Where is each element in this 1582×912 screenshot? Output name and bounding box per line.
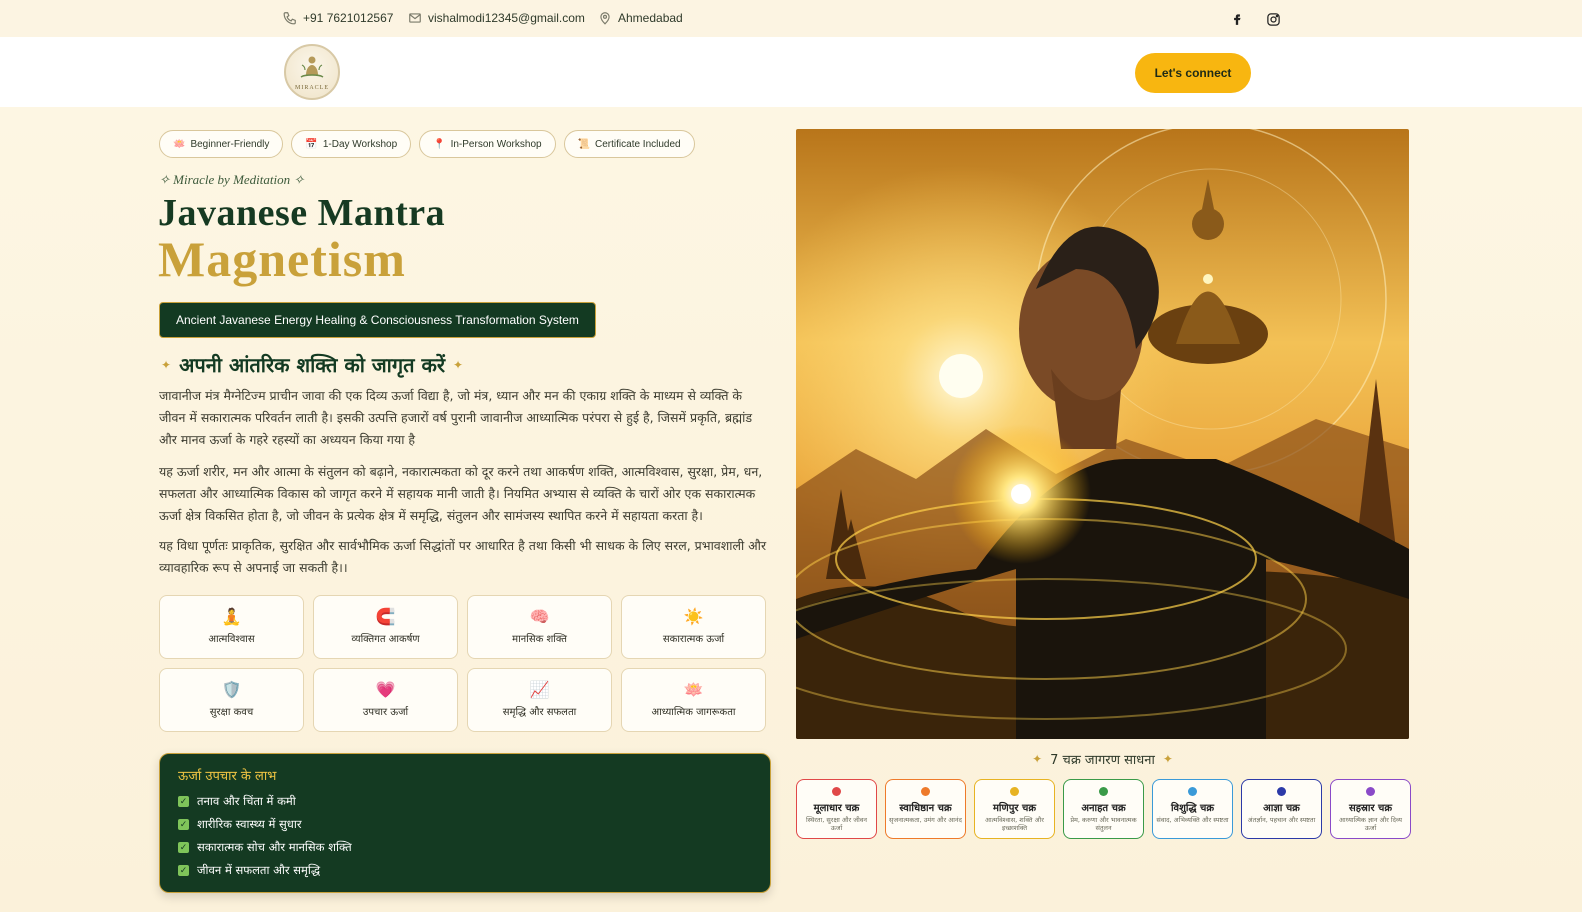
heart-icon: 💗 bbox=[375, 680, 396, 699]
chakra-name: मणिपुर चक्र bbox=[992, 803, 1037, 814]
tag-beginner-friendly: 🪷 Beginner-Friendly bbox=[159, 130, 284, 158]
intro-paragraph-3: यह विधा पूर्णतः प्राकृतिक, सुरक्षित और स… bbox=[159, 538, 767, 575]
chakra-description: प्रेम, करुणा और भावनात्मक संतुलन bbox=[1070, 816, 1137, 832]
diamond-icon: ✦ bbox=[453, 357, 464, 372]
chakra-card: मणिपुर चक्र आत्मविश्वास, शक्ति और इच्छाशक… bbox=[974, 779, 1055, 839]
feature-card: ☀️ सकारात्मक ऊर्जा bbox=[621, 595, 766, 659]
feature-card: 📈 समृद्धि और सफलता bbox=[467, 668, 612, 732]
chakra-description: अंतर्ज्ञान, पहचान और स्पष्टता bbox=[1247, 816, 1316, 824]
benefit-item: ✓ सकारात्मक सोच और मानसिक शक्ति bbox=[178, 840, 352, 854]
checkbox-icon: ✓ bbox=[178, 865, 189, 876]
feature-card: 🧘 आत्मविश्वास bbox=[159, 595, 304, 659]
pin-icon: 📍 bbox=[433, 138, 446, 150]
chakra-description: आत्मविश्वास, शक्ति और इच्छाशक्ति bbox=[985, 816, 1044, 832]
features-grid: 🧘 आत्मविश्वास 🧲 व्यक्तिगत आकर्षण 🧠 मानसिक श… bbox=[159, 595, 766, 732]
chakra-name: सहस्रार चक्र bbox=[1348, 803, 1393, 814]
chakra-card: विशुद्धि चक्र संवाद, अभिव्यक्ति और स्पष्ट… bbox=[1152, 779, 1233, 839]
location-text: Ahmedabad bbox=[618, 11, 683, 25]
diamond-icon: ✦ bbox=[1162, 752, 1173, 766]
benefit-item: ✓ शारीरिक स्वास्थ्य में सुधार bbox=[178, 817, 302, 831]
chakra-card: आज्ञा चक्र अंतर्ज्ञान, पहचान और स्पष्टता bbox=[1241, 779, 1322, 839]
phone-icon bbox=[283, 12, 296, 25]
top-contact-bar: +91 7621012567 vishalmodi12345@gmail.com… bbox=[0, 0, 1582, 37]
chakra-name: अनाहत चक्र bbox=[1081, 803, 1126, 814]
meditation-icon: 🧘 bbox=[221, 607, 242, 626]
eyebrow-text: ✧ Miracle by Meditation ✧ bbox=[159, 172, 305, 187]
site-header: MIRACLE Let's connect bbox=[0, 37, 1582, 107]
chakra-description: संवाद, अभिव्यक्ति और स्पष्टता bbox=[1156, 816, 1229, 824]
workshop-tags: 🪷 Beginner-Friendly 📅 1-Day Workshop 📍 In-P… bbox=[159, 130, 695, 158]
instagram-icon[interactable] bbox=[1264, 10, 1282, 28]
section-heading: ✦ अपनी आंतरिक शक्ति को जागृत करें ✦ bbox=[161, 353, 464, 377]
feature-card: 🧠 मानसिक शक्ति bbox=[467, 595, 612, 659]
intro-paragraph-2: यह ऊर्जा शरीर, मन और आत्मा के संतुलन को … bbox=[159, 464, 763, 523]
chakra-dot-icon bbox=[1099, 787, 1108, 796]
chakra-list: मूलाधार चक्र स्थिरता, सुरक्षा और जीवन ऊर्… bbox=[796, 779, 1411, 839]
benefit-item: ✓ तनाव और चिंता में कमी bbox=[178, 794, 296, 808]
subtitle-badge: Ancient Javanese Energy Healing & Consci… bbox=[159, 302, 596, 338]
feature-card: 🪷 आध्यात्मिक जागरूकता bbox=[621, 668, 766, 732]
chakra-dot-icon bbox=[1277, 787, 1286, 796]
diamond-icon: ✦ bbox=[1032, 752, 1043, 766]
calendar-icon: 📅 bbox=[305, 138, 318, 150]
chakra-name: स्वाधिष्ठान चक्र bbox=[899, 803, 952, 814]
feature-card: 🧲 व्यक्तिगत आकर्षण bbox=[313, 595, 458, 659]
chart-up-icon: 📈 bbox=[529, 680, 550, 699]
chakra-section-heading: ✦ 7 चक्र जागरण साधना ✦ bbox=[1032, 752, 1173, 768]
meditation-logo-icon bbox=[300, 56, 324, 78]
page-title-line2: Magnetism bbox=[158, 231, 406, 287]
shield-icon: 🛡️ bbox=[221, 680, 242, 699]
lets-connect-button[interactable]: Let's connect bbox=[1135, 53, 1251, 93]
chakra-dot-icon bbox=[1366, 787, 1375, 796]
chakra-description: सृजनात्मकता, उमंग और आनंद bbox=[889, 816, 962, 824]
tag-certificate-included: 📜 Certificate Included bbox=[563, 130, 695, 158]
chakra-card: स्वाधिष्ठान चक्र सृजनात्मकता, उमंग और आनं… bbox=[885, 779, 966, 839]
chakra-card: सहस्रार चक्र आध्यात्मिक ज्ञान और दिव्य ऊर… bbox=[1330, 779, 1411, 839]
location-contact[interactable]: Ahmedabad bbox=[598, 11, 683, 25]
email-contact[interactable]: vishalmodi12345@gmail.com bbox=[408, 11, 585, 25]
hero-section: 🪷 Beginner-Friendly 📅 1-Day Workshop 📍 In-P… bbox=[0, 107, 1582, 912]
chakra-description: आध्यात्मिक ज्ञान और दिव्य ऊर्जा bbox=[1338, 816, 1403, 832]
tag-in-person-workshop: 📍 In-Person Workshop bbox=[419, 130, 556, 158]
chakra-dot-icon bbox=[832, 787, 841, 796]
tag-1-day-workshop: 📅 1-Day Workshop bbox=[291, 130, 412, 158]
site-logo[interactable]: MIRACLE bbox=[284, 44, 340, 100]
chakra-name: मूलाधार चक्र bbox=[813, 803, 860, 814]
email-text: vishalmodi12345@gmail.com bbox=[428, 11, 585, 25]
lotus-icon: 🪷 bbox=[683, 680, 704, 699]
chakra-dot-icon bbox=[1188, 787, 1197, 796]
intro-paragraph-1: जावानीज मंत्र मैग्नेटिज्म प्राचीन जावा क… bbox=[159, 388, 753, 447]
certificate-icon: 📜 bbox=[577, 138, 591, 150]
logo-text: MIRACLE bbox=[295, 85, 329, 91]
facebook-icon[interactable] bbox=[1228, 10, 1246, 28]
feature-card: 🛡️ सुरक्षा कवच bbox=[159, 668, 304, 732]
chakra-name: विशुद्धि चक्र bbox=[1170, 803, 1215, 814]
chakra-dot-icon bbox=[1010, 787, 1019, 796]
benefit-item: ✓ जीवन में सफलता और समृद्धि bbox=[178, 863, 321, 877]
benefits-panel: ऊर्जा उपचार के लाभ ✓ तनाव और चिंता में कम… bbox=[159, 753, 771, 893]
phone-contact[interactable]: +91 7621012567 bbox=[283, 11, 393, 25]
chakra-card: अनाहत चक्र प्रेम, करुणा और भावनात्मक संतु… bbox=[1063, 779, 1144, 839]
chakra-dot-icon bbox=[921, 787, 930, 796]
page-title-line1: Javanese Mantra bbox=[158, 192, 446, 234]
brain-icon: 🧠 bbox=[529, 607, 550, 626]
diamond-icon: ✦ bbox=[161, 357, 172, 372]
map-pin-icon bbox=[600, 12, 610, 25]
lotus-icon: 🪷 bbox=[173, 138, 186, 150]
phone-text: +91 7621012567 bbox=[303, 11, 394, 25]
benefits-title: ऊर्जा उपचार के लाभ bbox=[178, 769, 277, 784]
chakra-name: आज्ञा चक्र bbox=[1263, 803, 1300, 814]
sun-icon: ☀️ bbox=[683, 607, 704, 626]
checkbox-icon: ✓ bbox=[178, 796, 189, 807]
checkbox-icon: ✓ bbox=[178, 842, 189, 853]
hero-image bbox=[796, 129, 1409, 739]
mail-icon bbox=[409, 13, 421, 23]
magnet-icon: 🧲 bbox=[375, 607, 396, 626]
chakra-description: स्थिरता, सुरक्षा और जीवन ऊर्जा bbox=[806, 816, 867, 832]
checkbox-icon: ✓ bbox=[178, 819, 189, 830]
feature-card: 💗 उपचार ऊर्जा bbox=[313, 668, 458, 732]
chakra-card: मूलाधार चक्र स्थिरता, सुरक्षा और जीवन ऊर्… bbox=[796, 779, 877, 839]
